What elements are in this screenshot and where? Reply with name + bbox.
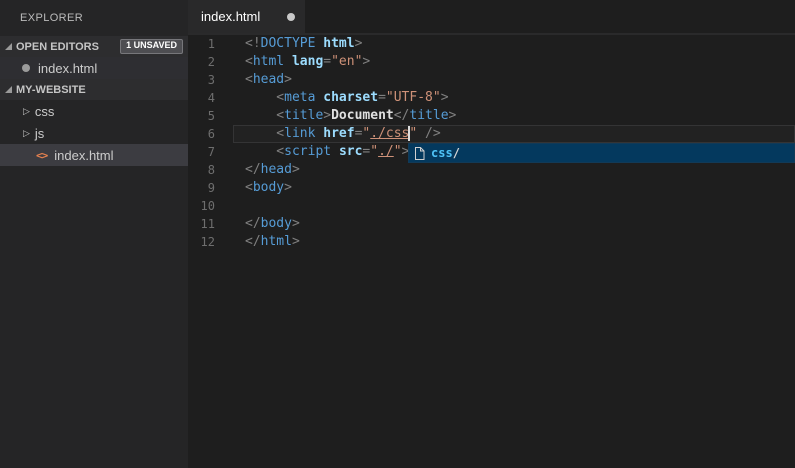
- file-label: index.html: [54, 148, 113, 163]
- line-number: 10: [188, 197, 233, 215]
- line-number: 7: [188, 143, 233, 161]
- workspace-label: MY-WEBSITE: [16, 84, 86, 96]
- code-line: 9<body>: [188, 179, 795, 197]
- line-content: <link href="./css" />: [233, 125, 795, 143]
- open-editors-list: index.html: [0, 57, 188, 79]
- tab-index-html[interactable]: index.html: [188, 0, 305, 33]
- open-editor-label: index.html: [38, 61, 97, 76]
- code-line: 12</html>: [188, 233, 795, 251]
- tree-folder-css[interactable]: ▷ css: [0, 100, 188, 122]
- code-line: 6 <link href="./css" />: [188, 125, 795, 143]
- tab-bar: index.html: [188, 0, 795, 35]
- line-number: 4: [188, 89, 233, 107]
- line-content: </head>: [233, 161, 795, 179]
- code-line: 3<head>: [188, 71, 795, 89]
- unsaved-badge: 1 UNSAVED: [120, 39, 183, 54]
- code-line: 2<html lang="en">: [188, 53, 795, 71]
- line-content: <html lang="en">: [233, 53, 795, 71]
- line-number: 2: [188, 53, 233, 71]
- chevron-collapsed-icon: ▷: [23, 129, 30, 138]
- explorer-sidebar: EXPLORER OPEN EDITORS 1 UNSAVED index.ht…: [0, 0, 188, 468]
- file-icon: [414, 147, 425, 160]
- vscode-window: EXPLORER OPEN EDITORS 1 UNSAVED index.ht…: [0, 0, 795, 468]
- tree-file-index.html[interactable]: <> index.html: [0, 144, 188, 166]
- tree-folder-js[interactable]: ▷ js: [0, 122, 188, 144]
- suggestion-css[interactable]: css/: [431, 146, 460, 160]
- file-tree: ▷ css ▷ js <> index.html: [0, 100, 188, 166]
- workspace-header[interactable]: MY-WEBSITE: [0, 79, 188, 100]
- line-number: 12: [188, 233, 233, 251]
- tab-label: index.html: [201, 9, 287, 24]
- code-line: 8</head>: [188, 161, 795, 179]
- open-editors-header[interactable]: OPEN EDITORS 1 UNSAVED: [0, 36, 188, 57]
- chevron-expanded-icon: [5, 43, 12, 50]
- line-number: 9: [188, 179, 233, 197]
- code-line: 5 <title>Document</title>: [188, 107, 795, 125]
- line-content: <title>Document</title>: [233, 107, 795, 125]
- folder-label: js: [35, 126, 44, 141]
- line-content: <head>: [233, 71, 795, 89]
- chevron-collapsed-icon: ▷: [23, 107, 30, 116]
- line-number: 1: [188, 35, 233, 53]
- line-content: <!DOCTYPE html>: [233, 35, 795, 53]
- line-content: [233, 197, 795, 215]
- line-content: <body>: [233, 179, 795, 197]
- html-file-icon: <>: [36, 149, 47, 162]
- code-line: 10: [188, 197, 795, 215]
- chevron-expanded-icon: [5, 86, 12, 93]
- line-number: 3: [188, 71, 233, 89]
- explorer-title: EXPLORER: [0, 0, 188, 36]
- modified-dot-icon: [287, 13, 295, 21]
- editor-area: index.html 1<!DOCTYPE html>2<html lang="…: [188, 0, 795, 468]
- line-content: <meta charset="UTF-8">: [233, 89, 795, 107]
- open-editors-label: OPEN EDITORS: [16, 41, 99, 53]
- code-line: 4 <meta charset="UTF-8">: [188, 89, 795, 107]
- code-line: 11</body>: [188, 215, 795, 233]
- line-content: </body>: [233, 215, 795, 233]
- code-line: 1<!DOCTYPE html>: [188, 35, 795, 53]
- line-number: 5: [188, 107, 233, 125]
- suggest-widget: css/: [408, 143, 795, 163]
- open-editor-item[interactable]: index.html: [0, 57, 188, 79]
- line-number: 6: [188, 125, 233, 143]
- modified-dot-icon: [22, 64, 30, 72]
- folder-label: css: [35, 104, 55, 119]
- line-number: 11: [188, 215, 233, 233]
- line-number: 8: [188, 161, 233, 179]
- line-content: </html>: [233, 233, 795, 251]
